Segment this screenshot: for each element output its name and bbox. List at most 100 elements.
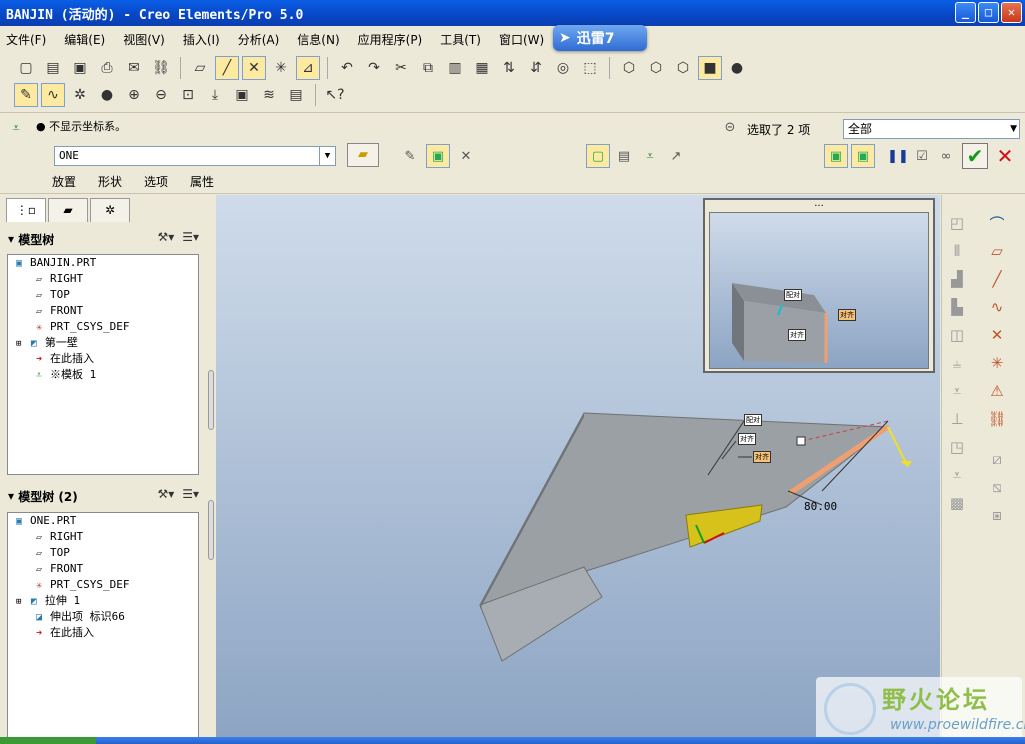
cancel-button[interactable]: ✕ <box>993 143 1017 169</box>
dimension-value[interactable]: 80.00 <box>804 500 837 513</box>
preview-checkbox-icon[interactable]: ☑ <box>910 144 934 168</box>
find-icon[interactable]: ◎ <box>551 56 575 80</box>
constraint-tag-align[interactable]: 对齐 <box>738 433 756 445</box>
edit-placement-icon[interactable]: ✎ <box>398 144 422 168</box>
chevron-down-icon[interactable]: ▼ <box>1010 120 1017 138</box>
rip-icon[interactable]: ⫨ <box>944 351 970 375</box>
tab-placement[interactable]: 放置 <box>52 173 76 190</box>
tab-options[interactable]: 选项 <box>144 173 168 190</box>
pause-icon[interactable]: ❚❚ <box>886 144 910 168</box>
constraint-tag-align-active[interactable]: 对齐 <box>753 451 771 463</box>
selection-filter[interactable]: 全部 ▼ <box>843 119 1020 139</box>
print-icon[interactable]: ⎙ <box>95 56 119 80</box>
view-manager-icon[interactable]: ▤ <box>284 83 308 107</box>
menu-applications[interactable]: 应用程序(P) <box>358 31 423 48</box>
menu-tools[interactable]: 工具(T) <box>440 31 481 48</box>
tree-show-icon[interactable]: ☰▾ <box>182 230 199 244</box>
tree-row[interactable]: ⊞ ◩ 第一壁 <box>8 335 198 351</box>
datum-point-tool-icon[interactable]: ✕ <box>984 323 1010 347</box>
tree-row[interactable]: ▱ FRONT <box>8 561 198 577</box>
placement-reference-select[interactable]: ONE ▼ <box>54 146 336 166</box>
xunlei-badge[interactable]: ➤ 迅雷7 <box>553 25 647 51</box>
glasses-preview-icon[interactable]: ∞ <box>934 144 958 168</box>
hidden-line-icon[interactable]: ⬡ <box>644 56 668 80</box>
datum-plane-tool-icon[interactable]: ▱ <box>984 239 1010 263</box>
bend-back-icon[interactable]: ◳ <box>944 435 970 459</box>
minimize-button[interactable]: _ <box>955 2 976 23</box>
datum-point-display-icon[interactable]: ✕ <box>242 56 266 80</box>
tree-row[interactable]: ⊞ ◩ 拉伸 1 <box>8 593 198 609</box>
inset-drag-bar[interactable]: ... <box>705 199 933 210</box>
preview-window-icon[interactable]: ▣ <box>824 144 848 168</box>
copy-feature-icon[interactable]: ⧄ <box>984 447 1010 471</box>
tree-row[interactable]: ✳ PRT_CSYS_DEF <box>8 577 198 593</box>
send-mail-icon[interactable]: ✉ <box>122 56 146 80</box>
shading-icon[interactable]: ■ <box>698 56 722 80</box>
bend-icon[interactable]: ⩡ <box>944 379 970 403</box>
regenerate-icon[interactable]: ⇅ <box>497 56 521 80</box>
paste-icon[interactable]: ▥ <box>443 56 467 80</box>
model-tree-display-icon[interactable]: ● <box>725 56 749 80</box>
no-hidden-icon[interactable]: ⬡ <box>671 56 695 80</box>
zoom-in-icon[interactable]: ⊕ <box>122 83 146 107</box>
datum-curve-tool-icon[interactable]: ∿ <box>984 295 1010 319</box>
undo-icon[interactable]: ↶ <box>335 56 359 80</box>
unbend-icon[interactable]: ⊥ <box>944 407 970 431</box>
copy-geometry-icon[interactable]: ▣ <box>426 144 450 168</box>
spline-icon[interactable]: ∿ <box>41 83 65 107</box>
menu-insert[interactable]: 插入(I) <box>183 31 220 48</box>
direction-arrow[interactable] <box>887 426 907 464</box>
favorites-tab[interactable]: ✲ <box>90 198 130 222</box>
template-icon[interactable]: ⩡ <box>638 144 662 168</box>
tree-row[interactable]: ▣ ONE.PRT <box>8 513 198 529</box>
refit-icon[interactable]: ⊡ <box>176 83 200 107</box>
send-link-icon[interactable]: ⛓ <box>149 56 173 80</box>
tree-row[interactable]: ▱ RIGHT <box>8 271 198 287</box>
ok-button[interactable]: ✔ <box>962 143 988 169</box>
tree-settings-icon[interactable]: ⚒▾ <box>157 487 174 501</box>
splitter-grip[interactable] <box>208 500 214 560</box>
new-file-icon[interactable]: ▢ <box>14 56 38 80</box>
tab-properties[interactable]: 属性 <box>190 173 214 190</box>
appearance-icon[interactable]: ● <box>95 83 119 107</box>
menu-info[interactable]: 信息(N) <box>297 31 339 48</box>
selection-box-icon[interactable]: ⬚ <box>578 56 602 80</box>
tree-row[interactable]: ▱ RIGHT <box>8 529 198 545</box>
saved-views-icon[interactable]: ▣ <box>230 83 254 107</box>
flange-wall-icon[interactable]: ⫴ <box>944 239 970 263</box>
drag-handle[interactable] <box>796 436 806 446</box>
maximize-button[interactable]: □ <box>978 2 999 23</box>
copy-icon[interactable]: ⧉ <box>416 56 440 80</box>
tree-row[interactable]: ➜ 在此插入 <box>8 625 198 641</box>
menu-view[interactable]: 视图(V) <box>123 31 165 48</box>
sketch-icon[interactable]: ✎ <box>14 83 38 107</box>
tree-row[interactable]: ▣ BANJIN.PRT <box>8 255 198 271</box>
paste-special-icon[interactable]: ▦ <box>470 56 494 80</box>
tree-row[interactable]: ➜ 在此插入 <box>8 351 198 367</box>
datum-axis-display-icon[interactable]: ╱ <box>215 56 239 80</box>
spin-center-icon[interactable]: ✲ <box>68 83 92 107</box>
collapse-icon[interactable]: ▾ <box>8 489 18 503</box>
expand-icon[interactable]: ⊞ <box>16 597 27 607</box>
tree-settings-icon[interactable]: ⚒▾ <box>157 230 174 244</box>
twist-wall-icon[interactable]: ▙ <box>944 295 970 319</box>
context-help-icon[interactable]: ↖? <box>323 83 347 107</box>
constraint-tag-mate[interactable]: 配对 <box>744 414 762 426</box>
cut-wall-icon[interactable]: ◫ <box>944 323 970 347</box>
menu-window[interactable]: 窗口(W) <box>499 31 544 48</box>
flat-wall-icon[interactable]: ◰ <box>944 211 970 235</box>
tab-shape[interactable]: 形状 <box>98 173 122 190</box>
collapse-icon[interactable]: ▾ <box>8 232 18 246</box>
tree-show-icon[interactable]: ☰▾ <box>182 487 199 501</box>
datum-axis-tool-icon[interactable]: ╱ <box>984 267 1010 291</box>
mirror-feature-icon[interactable]: ⧅ <box>984 475 1010 499</box>
tree-row[interactable]: ▱ TOP <box>8 545 198 561</box>
csys-tool-icon[interactable]: ✳ <box>984 351 1010 375</box>
save-icon[interactable]: ▣ <box>68 56 92 80</box>
menu-file[interactable]: 文件(F) <box>6 31 46 48</box>
show-component-icon[interactable]: ▢ <box>586 144 610 168</box>
close-button[interactable]: ✕ <box>1001 2 1022 23</box>
analysis-tool-icon[interactable]: ⚠ <box>984 379 1010 403</box>
cut-icon[interactable]: ✂ <box>389 56 413 80</box>
tree-row[interactable]: ✳ PRT_CSYS_DEF <box>8 319 198 335</box>
